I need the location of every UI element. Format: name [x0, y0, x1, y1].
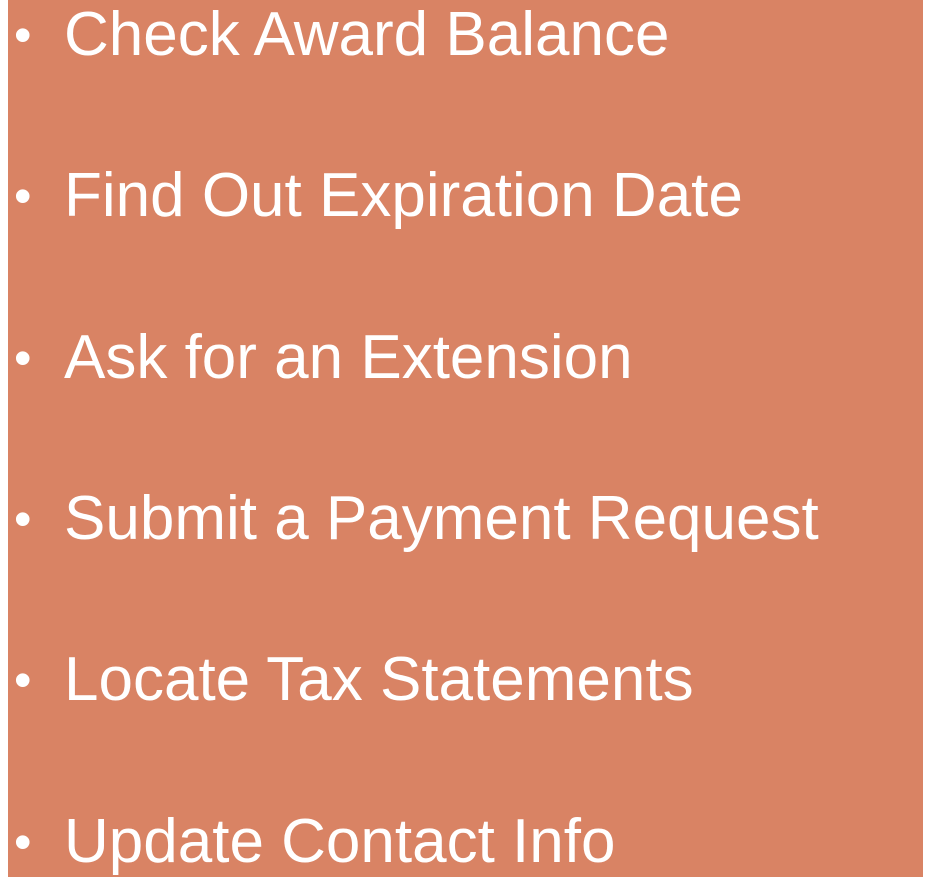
menu-item-label: Ask for an Extension	[64, 323, 633, 392]
bullet-icon: •	[14, 7, 32, 63]
menu-item-label: Submit a Payment Request	[64, 484, 819, 553]
menu-item-submit-payment-request[interactable]: • Submit a Payment Request	[8, 474, 819, 564]
bullet-icon: •	[14, 652, 32, 708]
menu-item-ask-for-extension[interactable]: • Ask for an Extension	[8, 313, 633, 403]
menu-item-label: Find Out Expiration Date	[64, 161, 743, 230]
menu-item-check-award-balance[interactable]: • Check Award Balance	[8, 0, 669, 80]
menu-item-label: Update Contact Info	[64, 807, 616, 876]
menu-panel: • Check Award Balance • Find Out Expirat…	[8, 0, 923, 877]
bullet-icon: •	[14, 491, 32, 547]
menu-item-find-out-expiration-date[interactable]: • Find Out Expiration Date	[8, 151, 743, 241]
menu-item-label: Locate Tax Statements	[64, 645, 694, 714]
bullet-icon: •	[14, 168, 32, 224]
menu-item-locate-tax-statements[interactable]: • Locate Tax Statements	[8, 635, 694, 725]
bullet-icon: •	[14, 330, 32, 386]
bullet-icon: •	[14, 814, 32, 870]
menu-item-update-contact-info[interactable]: • Update Contact Info	[8, 797, 615, 877]
menu-item-label: Check Award Balance	[64, 0, 670, 69]
